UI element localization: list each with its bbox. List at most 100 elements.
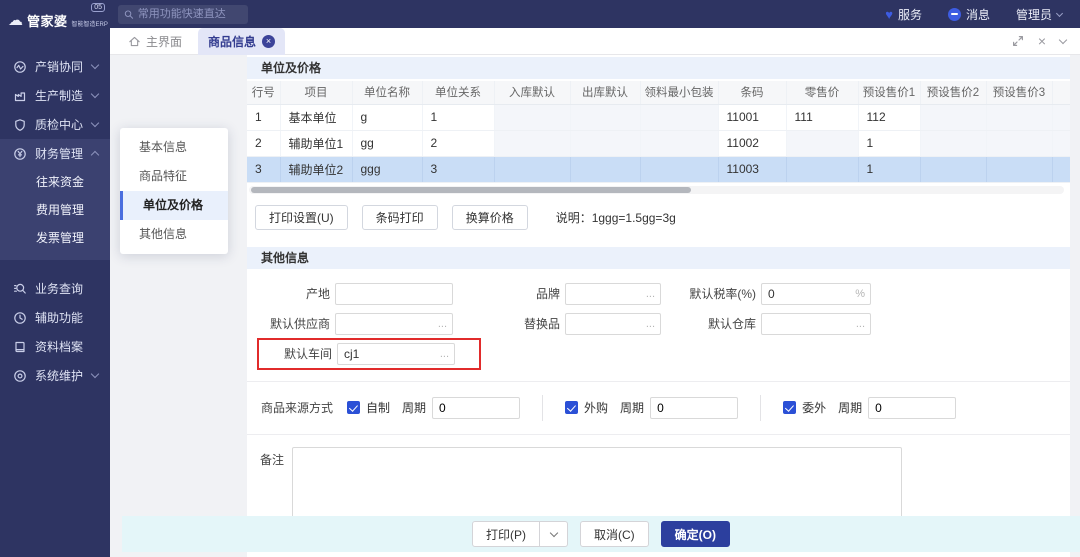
barcode-print-button[interactable]: 条码打印 — [361, 204, 438, 230]
nav-item-unit-price[interactable]: 单位及价格 — [120, 191, 228, 220]
heart-icon: ♥ — [885, 6, 893, 22]
ok-button[interactable]: 确定(O) — [660, 521, 730, 547]
source-mode-label: 商品来源方式 — [261, 401, 334, 415]
other-info-form: 产地 品牌 ... 默认税率(%) % 默认供应商 — [247, 279, 1070, 370]
search-input[interactable] — [137, 8, 242, 20]
origin-field[interactable] — [335, 282, 453, 305]
tab-bar: 主界面 商品信息 × × — [110, 27, 1080, 55]
cancel-button[interactable]: 取消(C) — [580, 521, 649, 547]
tab-home[interactable]: 主界面 — [128, 33, 182, 50]
section-title-unit-price: 单位及价格 — [247, 57, 1070, 79]
checkbox-checked-icon[interactable] — [565, 401, 579, 414]
message-label: 消息 — [965, 7, 990, 22]
pulse-circle-icon — [14, 60, 26, 73]
workshop-label: 默认车间 — [283, 347, 332, 361]
sidebar-subitem-funds[interactable]: 往来资金 — [0, 168, 110, 196]
section-nav-card: 基本信息 商品特征 单位及价格 其他信息 — [120, 128, 228, 254]
product-info-panel: 单位及价格 行号 项目 单位名称 单位关系 入库默认 出库默认 领料最小包装 条… — [247, 55, 1070, 557]
workshop-field[interactable] — [337, 342, 455, 365]
user-label: 管理员 — [1015, 7, 1052, 22]
page-scroll-gutter[interactable] — [1070, 55, 1080, 557]
outsourced-cycle-field[interactable] — [868, 396, 957, 419]
warehouse-field[interactable] — [761, 312, 871, 335]
print-button[interactable]: 打印(P) — [472, 521, 540, 547]
sidebar-subitem-expenses[interactable]: 费用管理 — [0, 196, 110, 224]
tax-rate-field[interactable] — [761, 282, 871, 305]
brand-field[interactable] — [565, 282, 661, 305]
service-menu[interactable]: ♥ 服务 — [885, 6, 922, 23]
brand-label: 品牌 — [535, 287, 560, 301]
substitute-field[interactable] — [565, 312, 661, 335]
message-icon — [947, 7, 961, 21]
home-icon — [129, 36, 140, 46]
divider — [760, 394, 762, 421]
sidebar-menu: 产销协同 生产制造 质检中心 财务管理 往来资金 费用管理 发票管理 业务查询 … — [0, 52, 110, 390]
search-list-icon — [14, 283, 26, 294]
table-row[interactable]: 1 基本单位 g 1 11001 111 112 — [247, 104, 1070, 131]
sidebar-group-finance: 财务管理 往来资金 费用管理 发票管理 — [0, 139, 110, 260]
checkbox-checked-icon[interactable] — [783, 401, 797, 414]
supplier-label: 默认供应商 — [269, 317, 330, 331]
divider — [247, 380, 1070, 382]
origin-label: 产地 — [305, 287, 330, 301]
clock-icon — [14, 311, 26, 324]
chevron-down-icon — [90, 89, 100, 99]
logo-title: 管家婆 — [27, 13, 68, 29]
sidebar-item-manufacturing[interactable]: 生产制造 — [0, 81, 110, 110]
logo-subtitle: 智能智造ERP — [71, 21, 108, 28]
nav-item-other-info[interactable]: 其他信息 — [120, 220, 228, 249]
table-row-selected[interactable]: 3 辅助单位2 ggg 3 11003 1 — [247, 156, 1070, 183]
chevron-down-icon — [90, 118, 100, 128]
divider — [247, 433, 1070, 435]
section-title-other-info: 其他信息 — [247, 246, 1070, 269]
top-bar: ♥ 服务 消息 管理员 — [110, 0, 1080, 28]
print-split-button: 打印(P) — [472, 521, 568, 547]
nav-item-basic-info[interactable]: 基本信息 — [120, 133, 228, 162]
sidebar-item-production-sales[interactable]: 产销协同 — [0, 52, 110, 81]
scrollbar-thumb[interactable] — [251, 186, 692, 193]
table-header-row: 行号 项目 单位名称 单位关系 入库默认 出库默认 领料最小包装 条码 零售价 … — [247, 81, 1070, 105]
horizontal-scrollbar[interactable] — [249, 185, 1064, 194]
chevron-down-icon — [90, 60, 100, 70]
print-dropdown-button[interactable] — [540, 521, 568, 547]
table-row[interactable]: 2 辅助单位1 gg 2 11002 1 — [247, 130, 1070, 157]
sidebar-item-archives[interactable]: 资料档案 — [0, 332, 110, 361]
divider — [542, 394, 544, 421]
supplier-field[interactable] — [335, 312, 453, 335]
logo-version-badge: 05 — [91, 3, 105, 12]
chevron-down-icon — [90, 369, 100, 379]
nav-item-product-features[interactable]: 商品特征 — [120, 162, 228, 191]
tab-product-info[interactable]: 商品信息 × — [198, 27, 286, 55]
tab-window-controls: × — [1012, 34, 1080, 48]
chevron-down-icon[interactable] — [1058, 35, 1068, 44]
sidebar-subitem-invoices[interactable]: 发票管理 — [0, 224, 110, 252]
factory-icon — [14, 91, 26, 101]
quick-search[interactable] — [118, 4, 248, 24]
warehouse-label: 默认仓库 — [707, 317, 756, 331]
unit-buttons-row: 打印设置(U) 条码打印 换算价格 说明：1ggg=1.5gg=3g — [255, 204, 1070, 230]
maximize-icon[interactable] — [1012, 35, 1024, 47]
sidebar-item-auxiliary[interactable]: 辅助功能 — [0, 303, 110, 332]
print-setup-button[interactable]: 打印设置(U) — [255, 204, 348, 230]
tab-close-icon[interactable]: × — [262, 34, 276, 48]
shield-icon — [15, 118, 25, 131]
chevron-down-icon — [549, 528, 558, 537]
sidebar-item-system[interactable]: 系统维护 — [0, 361, 110, 390]
sidebar-item-business-query[interactable]: 业务查询 — [0, 274, 110, 303]
user-menu[interactable]: 管理员 — [1015, 6, 1064, 23]
close-icon[interactable]: × — [1038, 34, 1046, 48]
convert-price-button[interactable]: 换算价格 — [451, 204, 528, 230]
default-workshop-highlight-box: 默认车间 ... — [257, 337, 481, 370]
purchased-cycle-field[interactable] — [650, 396, 739, 419]
service-label: 服务 — [897, 7, 922, 22]
source-option-outsourced: 委外 周期 — [783, 396, 957, 419]
sidebar-item-finance[interactable]: 财务管理 — [0, 139, 110, 168]
sidebar-item-quality[interactable]: 质检中心 — [0, 110, 110, 139]
checkbox-checked-icon[interactable] — [347, 401, 360, 414]
chevron-up-icon — [90, 150, 100, 160]
book-icon — [15, 341, 25, 352]
gear-icon — [14, 369, 26, 382]
message-menu[interactable]: 消息 — [947, 6, 990, 23]
self-made-cycle-field[interactable] — [432, 396, 521, 419]
logo: ☁ 管家婆 智能智造ERP 05 — [0, 0, 110, 40]
